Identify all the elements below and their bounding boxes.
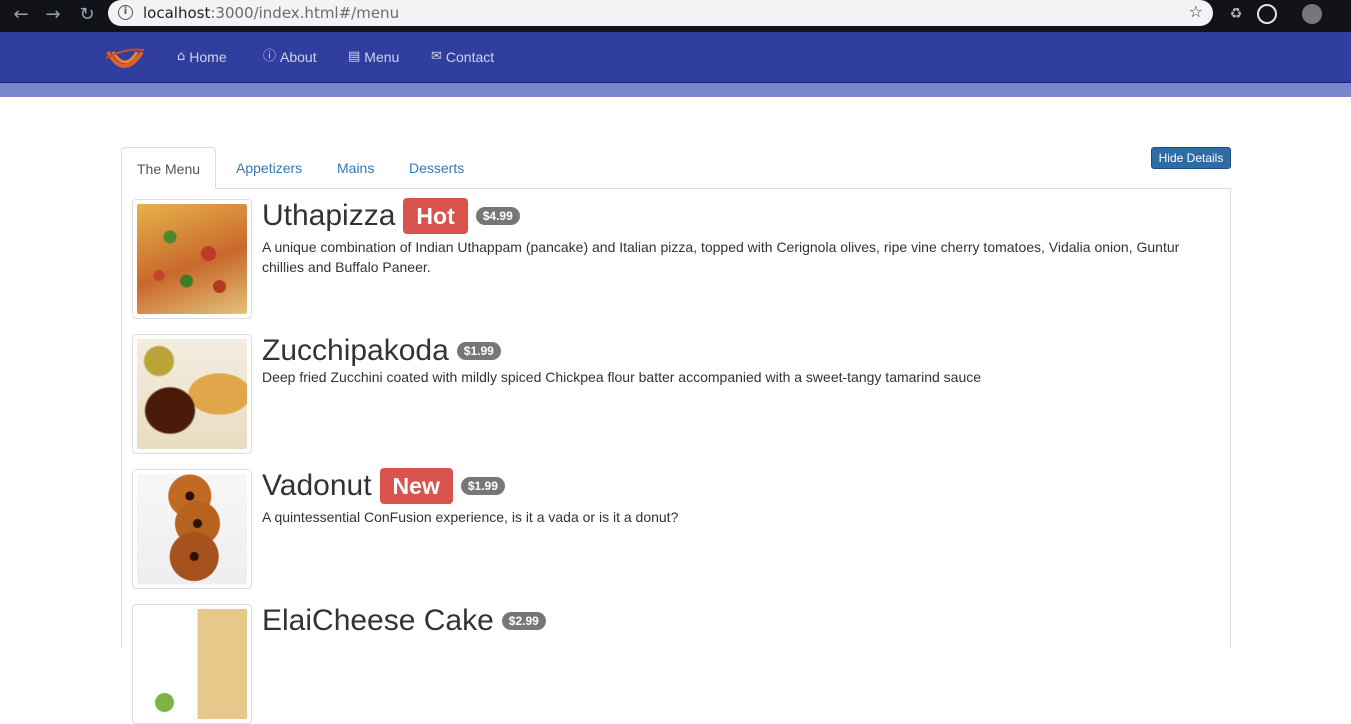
site-info-icon[interactable]: i	[118, 5, 133, 20]
tab-appetizers[interactable]: Appetizers	[221, 147, 317, 189]
price-badge: $2.99	[501, 612, 546, 630]
url-text[interactable]: localhost:3000/index.html#/menu	[143, 4, 399, 22]
nav-menu-label: Menu	[364, 49, 400, 65]
dish-title-row: Uthapizza Hot $4.99	[262, 198, 1212, 234]
dish-title-row: Vadonut New $1.99	[262, 468, 1212, 504]
back-icon[interactable]: ←	[10, 4, 32, 26]
tab-mains[interactable]: Mains	[322, 147, 389, 189]
home-icon: ⌂	[177, 49, 186, 64]
forward-icon[interactable]: →	[42, 4, 64, 26]
price-badge: $1.99	[456, 342, 501, 360]
dish-body: Vadonut New $1.99 A quintessential ConFu…	[262, 468, 1212, 527]
dish-body: ElaiCheese Cake $2.99	[262, 604, 1212, 638]
nav-contact[interactable]: ✉ Contact	[431, 47, 494, 67]
reload-icon[interactable]: ↻	[76, 4, 98, 26]
nav-about[interactable]: ⓘ About	[263, 47, 317, 67]
uthapizza-image	[137, 204, 247, 314]
dish-description: A unique combination of Indian Uthappam …	[262, 239, 1180, 275]
zucchipakoda-image	[137, 339, 247, 449]
dish-thumbnail[interactable]	[132, 604, 252, 724]
profile-avatar[interactable]	[1302, 4, 1322, 24]
info-icon: ⓘ	[263, 49, 277, 64]
dish-body: Zucchipakoda $1.99 Deep fried Zucchini c…	[262, 334, 1212, 387]
dish-name: Uthapizza	[262, 199, 396, 232]
dish-thumbnail[interactable]	[132, 334, 252, 454]
nav-contact-label: Contact	[445, 49, 495, 65]
nav-menu[interactable]: ▤ Menu	[348, 47, 399, 67]
menu-tabs: The Menu Appetizers Mains Desserts	[121, 147, 1231, 189]
nav-about-label: About	[280, 49, 317, 65]
tab-desserts[interactable]: Desserts	[394, 147, 479, 189]
target-extension-icon[interactable]	[1257, 4, 1277, 24]
dish-thumbnail[interactable]	[132, 199, 252, 319]
dish-label-badge: Hot	[403, 198, 468, 234]
nav-home[interactable]: ⌂ Home	[177, 47, 227, 67]
dish-thumbnail[interactable]	[132, 469, 252, 589]
elaicheese-cake-image	[137, 609, 247, 719]
price-badge: $4.99	[475, 207, 520, 225]
recycle-extension-icon[interactable]: ♻	[1226, 4, 1246, 24]
price-badge: $1.99	[460, 477, 505, 495]
dish-body: Uthapizza Hot $4.99 A unique combination…	[262, 198, 1212, 277]
url-path: :3000/index.html#/menu	[210, 4, 400, 22]
dish-name: Zucchipakoda	[262, 334, 449, 367]
dish-description: A quintessential ConFusion experience, i…	[262, 509, 679, 525]
brand-logo[interactable]	[104, 44, 146, 76]
list-icon: ▤	[348, 49, 361, 64]
vadonut-image	[137, 474, 247, 584]
dish-label-badge: New	[379, 468, 453, 504]
dish-title-row: ElaiCheese Cake $2.99	[262, 604, 1212, 638]
url-host: localhost	[143, 4, 211, 22]
bookmark-star-icon[interactable]: ☆	[1189, 2, 1203, 21]
nav-home-label: Home	[189, 49, 227, 65]
browser-toolbar: ← → ↻ i localhost:3000/index.html#/menu …	[0, 0, 1351, 32]
tab-the-menu[interactable]: The Menu	[121, 147, 217, 189]
dish-description: Deep fried Zucchini coated with mildly s…	[262, 369, 982, 385]
hide-details-button[interactable]: Hide Details	[1151, 147, 1231, 169]
address-bar[interactable]: i localhost:3000/index.html#/menu ☆	[108, 0, 1213, 26]
header-stripe	[0, 82, 1351, 97]
envelope-icon: ✉	[431, 49, 442, 64]
dish-name: ElaiCheese Cake	[262, 604, 494, 637]
dish-name: Vadonut	[262, 469, 372, 502]
dish-title-row: Zucchipakoda $1.99	[262, 334, 1212, 368]
